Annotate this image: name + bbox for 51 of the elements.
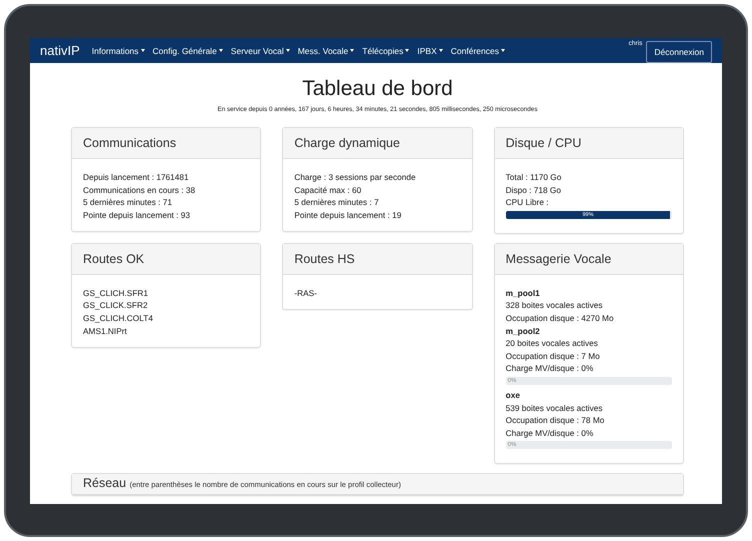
nav-menu-item[interactable]: Télécopies [362,46,410,56]
pool-name: m_pool1 [506,286,541,300]
caret-icon [405,49,410,52]
info-text: 539 boites vocales actives [506,402,604,414]
nav-menu-item[interactable]: Serveur Vocal [230,46,290,56]
brand-logo[interactable]: nativIP [40,43,80,58]
info-text: Pointe depuis lancement : 19 [294,208,402,222]
panel-title: Réseau [83,476,126,490]
nav-menu-item[interactable]: Informations [92,46,145,56]
info-text: Charge MV/disque : 0% [506,362,594,375]
info-text: Occupation disque : 4270 Mo [506,312,615,325]
info-text: 20 boites vocales actives [506,337,599,350]
info-text: GS_CLICH.SFR1 [83,286,150,300]
pool-name: oxe [506,388,521,402]
info-text: Occupation disque : 78 Mo [506,414,606,427]
info-text: Charge MV/disque : 0% [506,426,594,440]
info-text: Occupation disque : 7 Mo [506,350,601,362]
info-text: 5 dernières minutes : 7 [294,196,380,209]
nav-menu-item[interactable]: Config. Générale [152,46,223,56]
caret-icon [350,49,354,52]
caret-icon [218,49,223,52]
info-text: Communications en cours : 38 [83,184,196,196]
info-text: -RAS- [294,286,318,300]
panel-title: Routes OK [72,244,260,275]
info-text: Depuis lancement : 1761481 [83,171,190,184]
panel-title: Messagerie Vocale [494,244,683,275]
panel-title: Routes HS [283,244,472,275]
info-text: 328 boites vocales actives [506,299,604,312]
info-text: Total : 1170 Go [506,171,562,184]
info-text: 5 dernières minutes : 71 [83,196,174,209]
info-text: GS_CLICK.SFR2 [83,299,149,312]
caret-icon [438,49,443,52]
nav-menu-item[interactable]: IPBX [417,46,443,56]
caret-icon [140,49,145,52]
info-text: Capacité max : 60 [294,184,362,196]
info-text: Charge : 3 sessions par seconde [294,171,417,184]
panel-title: Charge dynamique [283,128,472,159]
logout-button[interactable]: Déconnexion [646,40,712,62]
info-text: AMS1.NIPrt [83,324,128,338]
info-text: GS_CLICH.COLT4 [83,312,154,325]
info-text: CPU Libre : [506,196,550,209]
info-text: Pointe depuis lancement : 93 [83,208,192,222]
pool-name: m_pool2 [506,324,541,338]
info-text: Dispo : 718 Go [506,184,562,196]
nav-menu-item[interactable]: Mess. Vocale [298,46,354,56]
nav-menu-item[interactable]: Conférences [450,46,505,56]
page-title: Tableau de bord [301,77,454,101]
caret-icon [500,49,505,52]
caret-icon [286,49,290,52]
panel-title: Communications [72,128,260,159]
panel-title: Disque / CPU [494,128,683,159]
